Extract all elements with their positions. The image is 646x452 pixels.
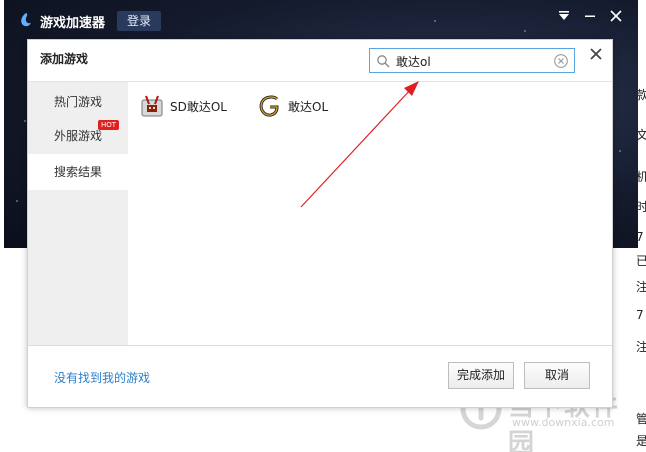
done-adding-button[interactable]: 完成添加 <box>448 362 514 389</box>
search-icon <box>377 55 390 68</box>
app-title: 游戏加速器 <box>40 16 106 31</box>
watermark-url: www.downxia.com <box>512 416 615 429</box>
dialog-title: 添加游戏 <box>40 52 89 66</box>
sidebar-item-label: 搜索结果 <box>54 165 103 179</box>
game-name: SD敢达OL <box>170 100 227 114</box>
add-game-dialog: 添加游戏 热门游戏 外服游戏 HOT 搜索结果 <box>27 39 613 408</box>
minimize-icon[interactable] <box>580 8 600 28</box>
sidebar-item-foreign-games[interactable]: 外服游戏 HOT <box>28 118 128 154</box>
sidebar-item-hot-games[interactable]: 热门游戏 <box>28 84 128 120</box>
gundam-g-game-icon <box>259 95 279 117</box>
app-logo-icon <box>21 13 31 27</box>
game-name: 敢达OL <box>288 100 329 114</box>
dialog-footer: 没有找到我的游戏 完成添加 取消 <box>28 345 612 408</box>
cancel-button[interactable]: 取消 <box>524 362 590 389</box>
hot-badge: HOT <box>98 120 120 130</box>
login-button[interactable]: 登录 <box>117 11 161 31</box>
app-titlebar: 游戏加速器 登录 <box>4 0 638 40</box>
search-results-list: SD敢达OL 敢达OL <box>128 82 612 345</box>
sidebar-item-label: 外服游戏 <box>54 129 103 143</box>
dialog-header: 添加游戏 <box>28 40 612 82</box>
sidebar-item-label: 热门游戏 <box>54 95 103 109</box>
clear-search-icon[interactable] <box>554 54 568 68</box>
close-window-icon[interactable] <box>606 8 626 28</box>
sd-gundam-game-icon <box>141 95 163 117</box>
search-input[interactable] <box>396 52 548 70</box>
dropdown-menu-icon[interactable] <box>554 8 574 28</box>
close-dialog-icon[interactable] <box>586 44 606 66</box>
game-not-found-link[interactable]: 没有找到我的游戏 <box>54 369 150 386</box>
search-box[interactable] <box>369 48 575 73</box>
sidebar-item-search-results[interactable]: 搜索结果 <box>28 154 128 190</box>
category-sidebar: 热门游戏 外服游戏 HOT 搜索结果 <box>28 82 128 345</box>
